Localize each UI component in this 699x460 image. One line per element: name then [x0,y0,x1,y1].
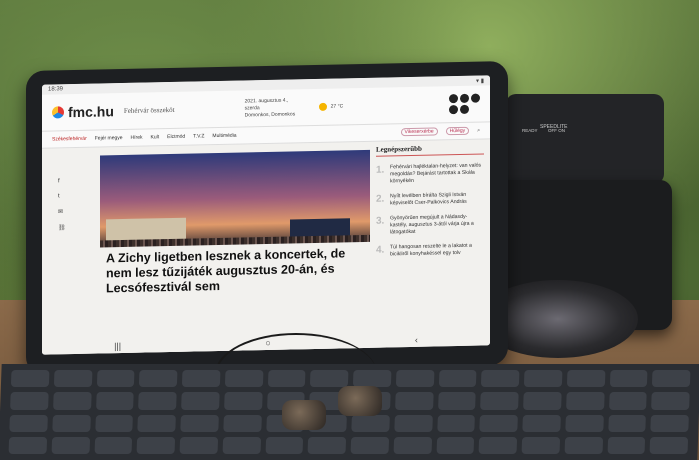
instagram-icon[interactable] [460,93,469,103]
nav-item-hirek[interactable]: Hírek [131,135,143,141]
share-bar: f t ✉ ⛓ [58,178,66,231]
status-icons: ▾ ▮ [476,77,484,85]
tablet-screen: 18:39 ▾ ▮ fmc.hu Fehérvár összeköt 2021.… [42,75,490,355]
sidebar-item[interactable]: 4. Túl hangosan reszelte le a lakatot a … [376,242,484,258]
sidebar-item[interactable]: 2. Nyílt levélben bírálta Szigli István … [376,191,484,207]
site-tagline: Fehérvár összeköt [123,105,175,115]
sidebar-item-number: 1. [376,164,385,176]
sidebar-item[interactable]: 1. Fehérvári hajléktalan-helyzet: van va… [376,162,484,185]
popular-sidebar: Legnépszerűbb 1. Fehérvári hajléktalan-h… [376,143,484,258]
sidebar-item-text[interactable]: Gyönyörűen megújult a Nádasdy-kastély, a… [390,213,484,236]
link-share-icon[interactable]: ⛓ [58,224,66,231]
nav-item-kult[interactable]: Kult [151,134,160,140]
email-share-icon[interactable]: ✉ [58,208,66,215]
nav-item-tvz[interactable]: T.V.Z [193,133,204,139]
earbud-right [338,386,382,416]
sidebar-item[interactable]: 3. Gyönyörűen megújult a Nádasdy-kastély… [376,213,484,236]
social-links [449,93,480,115]
twitter-icon[interactable] [471,93,480,103]
sidebar-heading: Legnépszerűbb [376,143,484,157]
nav-item-eletmod[interactable]: Elctmód [167,134,185,140]
recents-icon[interactable]: ||| [114,341,121,351]
nav-item-multimedia[interactable]: Multimédia [212,133,236,140]
nameday-text: Domonkos, Domonkos [244,110,296,118]
sidebar-item-text[interactable]: Fehérvári hajléktalan-helyzet: van valós… [390,162,484,185]
tablet-device: 18:39 ▾ ▮ fmc.hu Fehérvár összeköt 2021.… [26,60,508,376]
sidebar-item-number: 3. [376,215,385,227]
date-block: 2021. augusztus 4., szerda Domonkos, Dom… [245,97,305,119]
status-time: 18:39 [48,86,64,93]
search-icon[interactable]: ⌕ [477,128,480,134]
back-icon[interactable]: ‹ [415,335,418,345]
sidebar-item-number: 4. [376,244,385,256]
youtube-icon[interactable] [449,104,458,115]
contrast-icon[interactable] [460,104,469,114]
nav-item-szekesfehervar[interactable]: Székesfehérvár [52,136,87,143]
earbud-left [282,400,326,430]
flash-ready-label: READY [522,128,538,133]
sidebar-item-text[interactable]: Túl hangosan reszelte le a lakatot a bic… [390,242,484,258]
flash-off-on-label: OFF ON [548,128,565,133]
article-title[interactable]: A Zichy ligetben lesznek a koncertek, de… [106,246,368,296]
nav-item-fejer-megye[interactable]: Fejér megye [95,135,123,142]
facebook-icon[interactable] [449,93,458,104]
sidebar-item-text[interactable]: Nyílt levélben bírálta Szigli István kép… [390,191,484,207]
sidebar-item-number: 2. [376,193,385,205]
twitter-share-icon[interactable]: t [58,193,66,199]
photo-scene: SPEEDLITE READY OFF ON 18:39 ▾ ▮ fmc.hu … [0,0,699,460]
date-text: 2021. augusztus 4., szerda [244,97,289,111]
temperature: 27 °C [330,103,344,110]
site-logo[interactable]: fmc.hu [68,103,114,120]
sun-icon [318,102,327,111]
nav-pill-1[interactable]: Vikeserxérbe [400,127,438,137]
nav-pill-2[interactable]: Hűlégy [445,126,470,136]
speedlite-flash [506,94,664,184]
page-content: f t ✉ ⛓ A Zichy ligetben lesznek a konce… [42,139,490,355]
facebook-share-icon[interactable]: f [58,178,66,184]
logo-icon[interactable] [52,106,64,119]
